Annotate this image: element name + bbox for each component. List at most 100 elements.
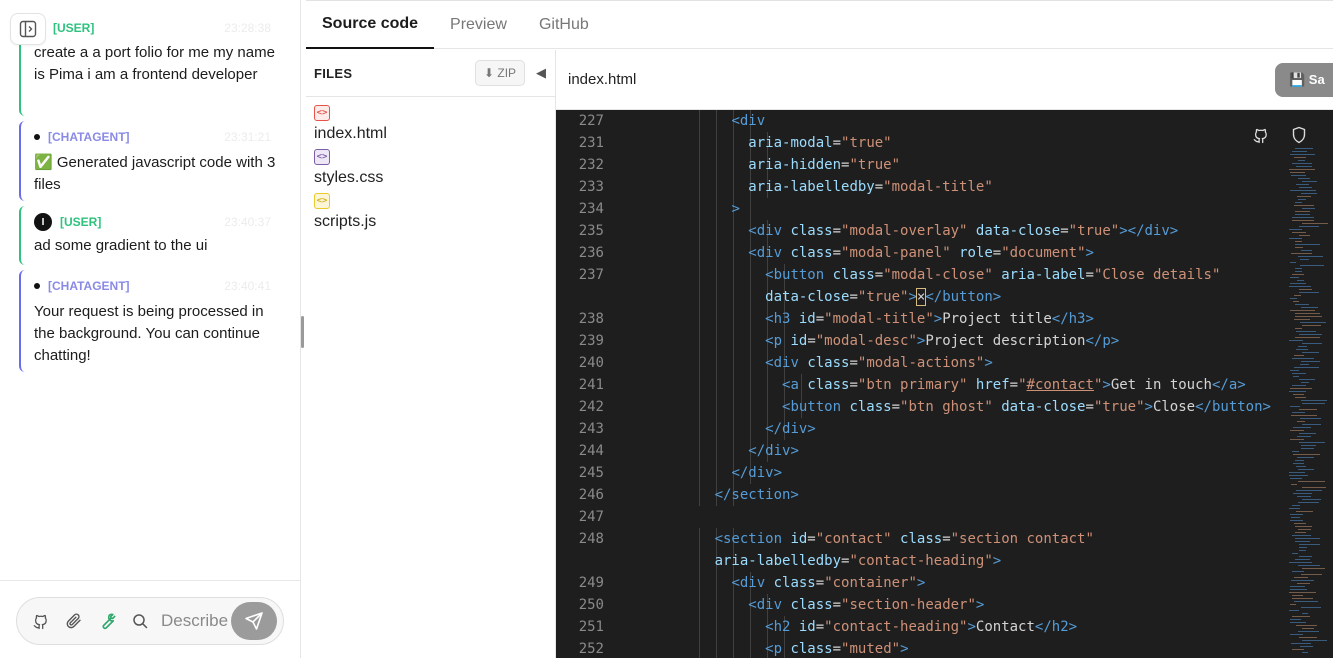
- line-number: 245: [578, 465, 604, 481]
- panel-resize-handle[interactable]: [301, 316, 304, 348]
- indent-guide: [699, 176, 701, 198]
- indent-guide: [733, 308, 735, 330]
- github-icon[interactable]: [29, 609, 53, 633]
- minimap-line: [1296, 349, 1308, 350]
- collapse-explorer-button[interactable]: ◀: [529, 61, 553, 85]
- minimap-line: [1295, 241, 1302, 242]
- code-token: >: [916, 575, 926, 591]
- sidebar-toggle-button[interactable]: [10, 13, 46, 45]
- minimap-line: [1298, 199, 1306, 200]
- code-token: >: [975, 597, 985, 613]
- minimap-line: [1299, 442, 1325, 443]
- code-editor[interactable]: 227 <div 231 aria-modal="true" 232 aria-hidde…: [556, 110, 1333, 658]
- indent-guide: [750, 264, 752, 286]
- code-token: <div: [748, 245, 791, 261]
- minimap-line: [1301, 607, 1321, 608]
- minimap-line: [1295, 337, 1320, 338]
- indent-guide: [716, 330, 718, 352]
- minimap-line: [1292, 217, 1314, 218]
- file-item-index-html[interactable]: <> index.html: [314, 105, 555, 145]
- send-button[interactable]: [231, 602, 277, 640]
- indent-guide: [733, 220, 735, 242]
- minimap-line: [1294, 355, 1304, 356]
- code-token: =: [874, 179, 884, 195]
- minimap-line: [1301, 250, 1312, 251]
- message-role: [CHATAGENT]: [48, 130, 130, 144]
- code-token: id: [790, 333, 808, 349]
- code-token: "container": [824, 575, 917, 591]
- code-token: <div: [765, 355, 808, 371]
- code-token: <p: [765, 641, 791, 657]
- code-token: "document": [1001, 245, 1086, 261]
- code-token: Contact: [975, 619, 1035, 635]
- search-icon[interactable]: [128, 609, 152, 633]
- html-file-icon: <>: [314, 105, 330, 121]
- minimap-line: [1298, 346, 1307, 347]
- tab-source-code[interactable]: Source code: [306, 1, 435, 49]
- github-icon[interactable]: [1248, 122, 1274, 148]
- minimap-line: [1295, 148, 1313, 149]
- css-file-icon: <>: [314, 149, 330, 165]
- minimap-line: [1290, 439, 1304, 440]
- minimap[interactable]: [1283, 110, 1333, 658]
- code-token: aria-modal: [748, 135, 833, 151]
- code-token: aria-labelledby: [714, 553, 842, 569]
- code-token: class: [790, 597, 833, 613]
- line-number: 238: [578, 311, 604, 327]
- code-text: <div class="modal-panel" role="document"…: [748, 242, 1094, 264]
- wrench-icon[interactable]: [95, 609, 119, 633]
- indent-guide: [733, 594, 735, 616]
- code-text: <section id="contact" class="section con…: [715, 528, 1094, 550]
- message-time: 23:40:37: [224, 215, 271, 229]
- code-token: class: [773, 575, 816, 591]
- save-button[interactable]: 💾 Sa: [1275, 63, 1333, 97]
- code-token: =: [832, 223, 842, 239]
- code-token: =: [849, 355, 858, 371]
- code-token: ": [1018, 377, 1027, 393]
- minimap-line: [1299, 379, 1315, 380]
- minimap-line: [1294, 319, 1310, 320]
- minimap-line: [1302, 424, 1321, 425]
- minimap-line: [1295, 397, 1306, 398]
- minimap-line: [1294, 577, 1308, 578]
- minimap-line: [1292, 163, 1312, 164]
- minimap-line: [1289, 610, 1299, 611]
- code-token: <a: [782, 377, 808, 393]
- code-token: >: [1144, 399, 1153, 415]
- file-item-scripts-js[interactable]: <> scripts.js: [314, 193, 555, 233]
- code-text: aria-hidden="true": [748, 154, 900, 176]
- file-item-styles-css[interactable]: <> styles.css: [314, 149, 555, 189]
- indent-guide: [699, 462, 701, 484]
- minimap-line: [1300, 322, 1326, 323]
- code-token: data-close: [765, 289, 850, 305]
- indent-guide: [750, 396, 752, 418]
- message-input[interactable]: [161, 611, 241, 631]
- download-zip-button[interactable]: ⬇ ZIP: [475, 60, 525, 86]
- minimap-line: [1302, 568, 1325, 569]
- line-number: 240: [578, 355, 604, 371]
- minimap-line: [1292, 220, 1314, 221]
- line-number: 243: [578, 421, 604, 437]
- code-text: aria-modal="true": [748, 132, 891, 154]
- minimap-line: [1301, 445, 1316, 446]
- shield-icon[interactable]: [1286, 122, 1312, 148]
- minimap-line: [1300, 646, 1313, 647]
- indent-guide: [699, 264, 701, 286]
- paperclip-icon[interactable]: [62, 609, 86, 633]
- code-token: </h3>: [1051, 311, 1094, 327]
- code-token: role: [959, 245, 993, 261]
- tab-preview[interactable]: Preview: [434, 1, 523, 49]
- code-token: class: [790, 223, 833, 239]
- indent-guide: [733, 132, 735, 154]
- code-text: <h2 id="contact-heading">Contact</h2>: [765, 616, 1077, 638]
- tab-github[interactable]: GitHub: [523, 1, 605, 49]
- message-time: 23:28:38: [224, 21, 271, 35]
- indent-guide: [716, 110, 718, 132]
- line-number: 242: [578, 399, 604, 415]
- minimap-line: [1294, 205, 1314, 206]
- minimap-line: [1299, 547, 1307, 548]
- code-token: </div>: [731, 465, 783, 481]
- code-text: <div class="section-header">: [748, 594, 984, 616]
- code-token: "modal-title": [883, 179, 993, 195]
- minimap-line: [1292, 553, 1298, 554]
